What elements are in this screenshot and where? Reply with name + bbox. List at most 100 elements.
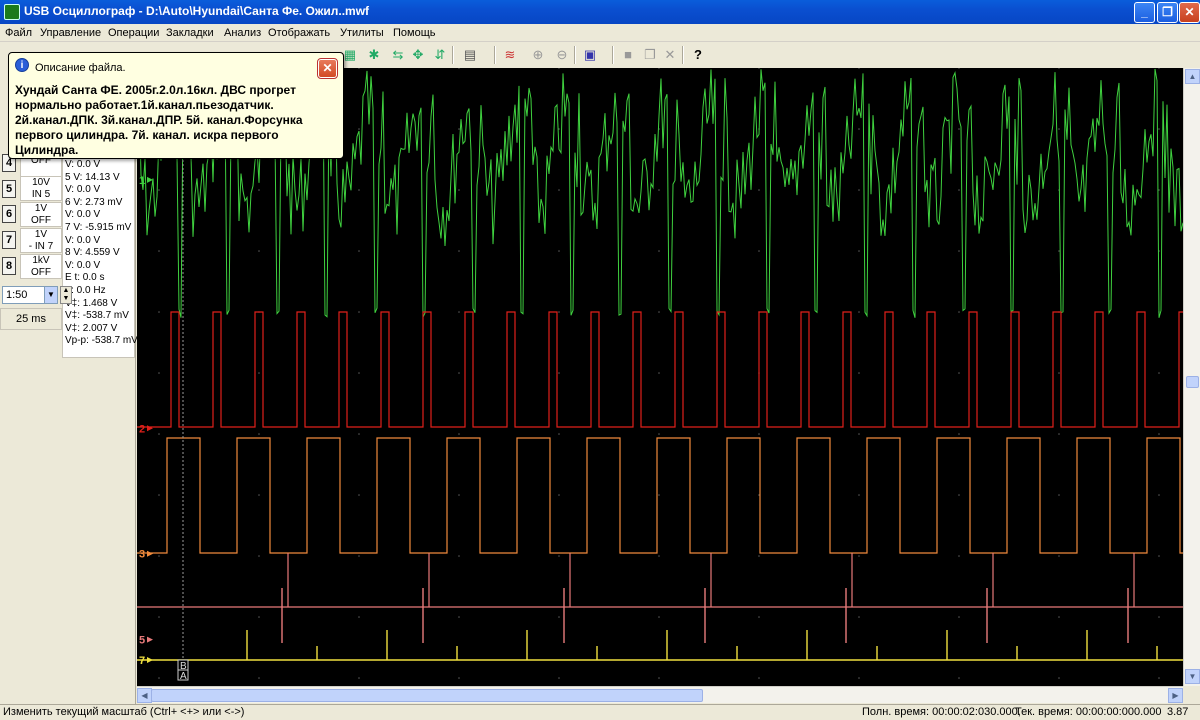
vertical-scroll-thumb[interactable] [1186, 376, 1199, 388]
channel-5-settings[interactable]: 10V IN 5 [20, 176, 62, 201]
horizontal-scroll-thumb[interactable] [151, 689, 703, 702]
menu-display[interactable]: Отображать [268, 27, 330, 39]
time-per-division: 25 ms [0, 308, 62, 330]
grid-dot [558, 68, 560, 69]
memory-icon[interactable]: ▤ [460, 45, 480, 65]
oscilloscope-display[interactable]: BA12357 [137, 68, 1183, 686]
status-current-time: Тек. время: 00:00:00:000.000 [1015, 706, 1162, 718]
toolbar-separator [682, 46, 684, 64]
grid-dot [758, 189, 760, 191]
scroll-left-icon[interactable]: ◀ [137, 688, 152, 703]
help-icon[interactable]: ? [688, 45, 708, 65]
close-button[interactable]: ✕ [1179, 2, 1200, 23]
display-icon[interactable]: ▣ [580, 45, 600, 65]
channel-marker: 7 [139, 655, 145, 667]
grid-dot [758, 433, 760, 435]
grid-dot [558, 250, 560, 252]
delete-icon[interactable]: ✕ [660, 45, 680, 65]
channel-5-button[interactable]: 5 [2, 180, 16, 198]
zoom-spinner[interactable]: ▲ ▼ [60, 286, 72, 304]
record-icon[interactable]: ■ [618, 45, 638, 65]
move-left-icon[interactable]: ⇆ [388, 45, 408, 65]
waveform-canvas[interactable]: BA12357 [137, 68, 1183, 686]
measurement-line: V: 0.0 V [65, 209, 101, 221]
minimize-button[interactable]: _ [1134, 2, 1155, 23]
menu-bookmarks[interactable]: Закладки [166, 27, 214, 39]
menu-operations[interactable]: Операции [108, 27, 159, 39]
grid-dot [658, 311, 660, 313]
grid-dot [458, 68, 460, 69]
grid-dot [258, 677, 260, 679]
grid-dot [858, 189, 860, 191]
menu-analysis[interactable]: Анализ [224, 27, 261, 39]
grid-dot [158, 189, 160, 191]
fit-icon[interactable]: ⇵ [430, 45, 450, 65]
zoom-out-icon[interactable]: ⊖ [552, 45, 572, 65]
zoom-select[interactable]: 1:50 ▼ [2, 286, 58, 304]
grid-dot [558, 677, 560, 679]
grid-dot [458, 189, 460, 191]
copy-icon[interactable]: ❐ [640, 45, 660, 65]
status-hint: Изменить текущий масштаб (Ctrl+ <+> или … [3, 706, 245, 718]
vertical-scrollbar[interactable]: ▲ ▼ [1183, 68, 1200, 686]
channel-8-button[interactable]: 8 [2, 257, 16, 275]
grid-dot [458, 433, 460, 435]
grid-dot [558, 372, 560, 374]
chevron-down-icon[interactable]: ▼ [44, 287, 57, 303]
measurement-line: E t: 0.0 s [65, 272, 105, 284]
grid-dot [458, 555, 460, 557]
zoom-in-icon[interactable]: ⊕ [528, 45, 548, 65]
channel-6-settings[interactable]: 1V OFF [20, 202, 62, 227]
toolbar-separator [452, 46, 454, 64]
grid-dot [1158, 372, 1160, 374]
menu-utilities[interactable]: Утилиты [340, 27, 384, 39]
grid-dot [958, 68, 960, 69]
grid-dot [1058, 68, 1060, 69]
channel-8-settings[interactable]: 1kV OFF [20, 254, 62, 279]
grid-dot [958, 433, 960, 435]
window-title: USB Осциллограф - D:\Auto\Hyundai\Санта … [24, 4, 370, 18]
grid-dot [858, 555, 860, 557]
menu-control[interactable]: Управление [40, 27, 101, 39]
grid-dot [1058, 433, 1060, 435]
channels-icon[interactable]: ≋ [500, 45, 520, 65]
channel-marker: 2 [139, 423, 145, 435]
channel-6-button[interactable]: 6 [2, 205, 16, 223]
grid-dot [258, 250, 260, 252]
channel-marker-arrow [147, 550, 153, 557]
horizontal-scrollbar[interactable]: ◀ ▶ [137, 686, 1183, 703]
scroll-right-icon[interactable]: ▶ [1168, 688, 1183, 703]
grid-dot [558, 616, 560, 618]
tooltip-close-button[interactable]: ✕ [317, 58, 338, 79]
grid-dot [258, 433, 260, 435]
menu-help[interactable]: Помощь [393, 27, 436, 39]
grid-dot [358, 311, 360, 313]
grid-dot [658, 372, 660, 374]
status-full-time: Полн. время: 00:00:02:030.000, [862, 706, 1021, 718]
toolbar-separator [612, 46, 614, 64]
grid-dot [558, 494, 560, 496]
scroll-up-icon[interactable]: ▲ [1185, 69, 1200, 84]
grid-dot [158, 555, 160, 557]
maximize-button[interactable]: ❐ [1157, 2, 1178, 23]
grid-dot [1158, 555, 1160, 557]
grid-dot [458, 250, 460, 252]
channel-7-settings[interactable]: 1V - IN 7 [20, 228, 62, 253]
grid-dot [158, 311, 160, 313]
toolbar-separator [574, 46, 576, 64]
measurement-line: V‡: 1.468 V [65, 297, 118, 309]
grid-dot [458, 372, 460, 374]
status-bar: Изменить текущий масштаб (Ctrl+ <+> или … [0, 704, 1200, 720]
grid-dot [358, 677, 360, 679]
channel-7-button[interactable]: 7 [2, 231, 16, 249]
bug-icon[interactable]: ✱ [364, 45, 384, 65]
channel-5-input: IN 5 [31, 189, 51, 200]
file-description-tooltip: i Описание файла. ✕ Хундай Санта ФЕ. 200… [8, 52, 344, 159]
move-icon[interactable]: ✥ [408, 45, 428, 65]
grid-dot [158, 250, 160, 252]
menu-file[interactable]: Файл [5, 27, 32, 39]
measurement-line: V: 0.0 V [65, 234, 101, 246]
grid-dot [458, 311, 460, 313]
grid-dot [158, 433, 160, 435]
scroll-down-icon[interactable]: ▼ [1185, 669, 1200, 684]
